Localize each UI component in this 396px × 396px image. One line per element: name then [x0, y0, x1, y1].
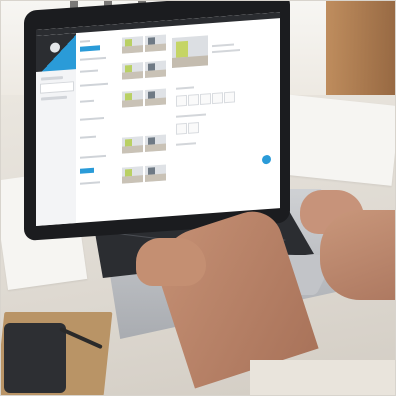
stat-box	[176, 94, 187, 107]
room-thumbnail	[145, 34, 166, 52]
panel-text	[212, 49, 240, 54]
floating-action-button	[262, 154, 271, 165]
laptop-screen	[36, 12, 280, 227]
room-thumbnail	[122, 62, 143, 80]
room-thumbnail	[145, 60, 166, 78]
sidebar-text	[41, 95, 67, 101]
form-toggle	[80, 167, 94, 174]
hero-image	[172, 35, 208, 69]
panel-text	[176, 86, 194, 90]
photo-scene	[0, 0, 396, 396]
room-thumbnail	[145, 134, 166, 152]
sidebar-text	[41, 76, 63, 81]
room-thumbnail	[145, 88, 166, 106]
stat-box	[212, 92, 223, 105]
sidebar-header	[36, 33, 76, 72]
stat-box	[188, 94, 199, 106]
sidebar-select	[40, 81, 74, 94]
sleeve	[250, 360, 396, 396]
room-thumbnail	[122, 136, 143, 154]
avatar	[50, 42, 60, 53]
form-label	[80, 56, 106, 61]
smartphone	[4, 323, 66, 393]
form-column	[80, 34, 120, 207]
thumbnail-column	[122, 34, 168, 207]
form-toggle	[80, 45, 100, 52]
wooden-shelf	[326, 0, 396, 110]
right-arm	[320, 210, 396, 300]
form-label	[80, 135, 96, 139]
form-label	[80, 117, 104, 121]
panel-text	[212, 43, 234, 48]
stat-box	[176, 122, 187, 135]
stat-box	[224, 91, 235, 104]
room-thumbnail	[122, 166, 143, 184]
form-label	[80, 82, 108, 87]
app-sidebar	[36, 33, 76, 226]
form-label	[80, 181, 100, 185]
panel-text	[176, 113, 206, 118]
form-label	[80, 40, 90, 43]
room-thumbnail	[145, 164, 166, 182]
form-label	[80, 154, 106, 159]
left-hand	[136, 238, 206, 286]
stat-box	[200, 93, 211, 105]
form-label	[80, 69, 98, 73]
form-label	[80, 99, 94, 103]
room-thumbnail	[122, 36, 143, 54]
stat-box	[188, 122, 199, 134]
room-thumbnail	[122, 90, 143, 108]
paper-sheet	[276, 94, 396, 186]
panel-text	[176, 142, 196, 146]
